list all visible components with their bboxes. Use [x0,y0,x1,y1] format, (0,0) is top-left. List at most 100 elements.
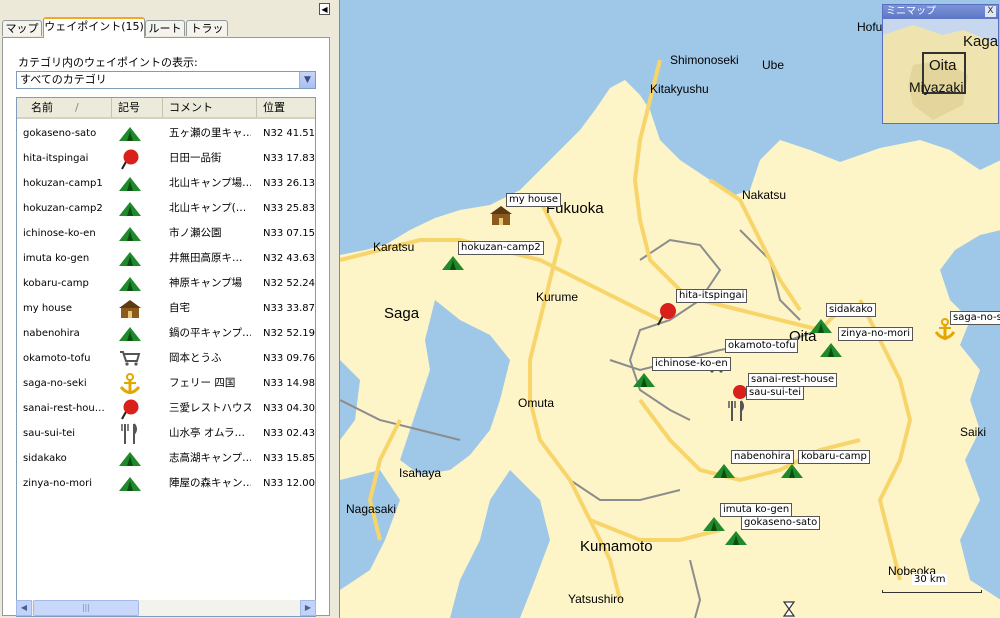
table-row[interactable]: kobaru-camp 神原キャンプ場 N32 52.243 [17,271,316,296]
waypoint-comment: 岡本とうふ [169,352,222,364]
minimap[interactable]: ミニマップ X Kaga Oita Miyazaki [882,4,999,124]
table-row[interactable]: my house 自宅 N33 33.877 [17,296,315,321]
waypoint-comment: 市ノ瀬公園 [169,227,222,239]
city-isahaya: Isahaya [399,466,442,480]
city-saga: Saga [384,305,420,322]
column-header-comment[interactable]: コメント [163,98,257,117]
city-kurume: Kurume [536,290,579,304]
tent-icon[interactable] [632,372,656,388]
waypoint-label-gokaseno-sato[interactable]: gokaseno-sato [741,516,821,530]
tent-icon[interactable] [819,342,843,358]
table-row[interactable]: ichinose-ko-en 市ノ瀬公園 N33 07.150 [17,221,316,246]
waypoint-label-ichinose-ko-en[interactable]: ichinose-ko-en [652,357,731,371]
pin-icon[interactable] [656,302,678,326]
table-row[interactable]: sidakako 志高湖キャンプ… N33 15.850 [17,446,315,471]
city-karatsu: Karatsu [373,240,415,254]
waypoint-label-imuta-ko-gen[interactable]: imuta ko-gen [720,503,793,517]
horizontal-scrollbar[interactable]: ◀ ||| ▶ [16,600,316,616]
minimap-label-miyazaki: Miyazaki [909,79,964,95]
waypoint-name: nabenohira [23,328,80,339]
city-kumamoto: Kumamoto [580,538,653,555]
fork-icon[interactable] [728,400,746,422]
tab-tracks[interactable]: トラック [186,20,228,51]
waypoint-label-saga-no-seki[interactable]: saga-no-seki [950,311,1000,325]
hourglass-icon [782,601,796,617]
waypoint-panel: ◀ マップ ウェイポイント(15) ルート トラック カテゴリ内のウェイポイント… [0,0,333,618]
city-nakatsu: Nakatsu [742,188,787,202]
waypoint-label-nabenohira[interactable]: nabenohira [731,450,794,464]
house-icon [117,296,143,321]
tab-map[interactable]: マップ [2,20,42,36]
waypoint-position: N33 02.431 [263,428,316,439]
table-row[interactable]: hokuzan-camp2 北山キャンプ(… N33 25.838 [17,196,316,221]
tent-icon[interactable] [809,318,833,334]
tent-icon[interactable] [441,255,465,271]
waypoint-position: N33 04.304 [263,403,316,414]
waypoint-name: sau-sui-tei [23,428,76,439]
table-row[interactable]: gokaseno-sato 五ヶ瀬の里キャ… N32 41.519 [17,121,316,146]
sea-west [340,360,400,590]
waypoint-label-hokuzan-camp2[interactable]: hokuzan-camp2 [458,241,544,255]
waypoint-comment: 神原キャンプ場 [169,277,243,289]
column-header-name[interactable]: 名前 / [17,98,112,117]
waypoint-comment: 志高湖キャンプ… [169,452,251,464]
tent-icon[interactable] [712,463,736,479]
cart-icon [117,346,143,371]
scroll-right-button[interactable]: ▶ [300,600,316,616]
waypoint-name: ichinose-ko-en [23,228,96,239]
tent-icon [117,471,143,496]
scroll-left-button[interactable]: ◀ [16,600,32,616]
table-row[interactable]: sau-sui-tei 山水亭 オムラ… N33 02.431 [17,421,316,446]
waypoint-label-my-house[interactable]: my house [506,193,561,207]
close-icon[interactable]: X [985,6,996,17]
tent-icon [117,321,143,346]
table-row[interactable]: saga-no-seki フェリー 四国 N33 14.981 [17,371,316,396]
tent-icon [117,446,143,471]
waypoint-position: N33 25.838 [263,203,316,214]
waypoint-name: hokuzan-camp2 [23,203,103,214]
table-row[interactable]: hokuzan-camp1 北山キャンプ場… N33 26.134 [17,171,316,196]
table-header: 名前 / 記号 コメント 位置 [17,98,315,119]
category-select[interactable]: すべてのカテゴリ ▼ [16,71,316,89]
waypoint-position: N33 26.134 [263,178,316,189]
table-row[interactable]: okamoto-tofu 岡本とうふ N33 09.760 [17,346,315,371]
ariake-sea [400,300,510,475]
waypoint-position: N32 41.519 [263,128,316,139]
waypoint-label-kobaru-camp[interactable]: kobaru-camp [798,450,870,464]
category-filter-label: カテゴリ内のウェイポイントの表示: [18,56,198,69]
waypoint-name: kobaru-camp [23,278,89,289]
waypoint-comment: 陣屋の森キャン… [169,477,251,489]
waypoint-label-okamoto-tofu[interactable]: okamoto-tofu [725,339,799,353]
tent-icon[interactable] [702,516,726,532]
table-row[interactable]: sanai-rest-hou… 三愛レストハウス N33 04.304 [17,396,316,421]
column-header-position[interactable]: 位置 [257,98,315,117]
waypoint-label-sanai-rest-house[interactable]: sanai-rest-house [748,373,838,387]
table-row[interactable]: nabenohira 鍋の平キャンプ… N32 52.193 [17,321,316,346]
table-row[interactable]: imuta ko-gen 井無田高原キ… N32 43.632 [17,246,315,271]
tab-waypoints[interactable]: ウェイポイント(15) [43,17,145,38]
waypoint-label-sau-sui-tei[interactable]: sau-sui-tei [746,386,805,400]
city-ube: Ube [762,58,785,72]
tab-routes[interactable]: ルート [145,20,185,36]
minimap-label-oita: Oita [929,57,957,74]
collapse-panel-button[interactable]: ◀ [319,3,330,15]
house-icon[interactable] [490,205,512,227]
table-row[interactable]: hita-itspingai 日田一品街 N33 17.838 [17,146,316,171]
waypoint-label-sidakako[interactable]: sidakako [826,303,876,317]
waypoint-label-zinya-no-mori[interactable]: zinya-no-mori [838,327,914,341]
table-row[interactable]: zinya-no-mori 陣屋の森キャン… N33 12.009 [17,471,315,496]
tent-icon[interactable] [780,463,804,479]
scroll-thumb[interactable]: ||| [33,600,139,616]
city-omuta: Omuta [518,396,555,410]
column-header-symbol[interactable]: 記号 [112,98,163,117]
waypoint-name: zinya-no-mori [23,478,93,489]
waypoint-position: N32 52.193 [263,328,316,339]
waypoint-position: N32 52.243 [263,278,316,289]
tent-icon[interactable] [724,530,748,546]
minimap-label-kaga: Kaga [963,33,999,50]
waypoint-position: N33 07.150 [263,228,316,239]
waypoint-position: N33 17.838 [263,153,316,164]
chevron-down-icon[interactable]: ▼ [299,72,315,88]
waypoint-label-hita-itspingai[interactable]: hita-itspingai [676,289,748,303]
waypoint-position: N33 14.981 [263,378,316,389]
